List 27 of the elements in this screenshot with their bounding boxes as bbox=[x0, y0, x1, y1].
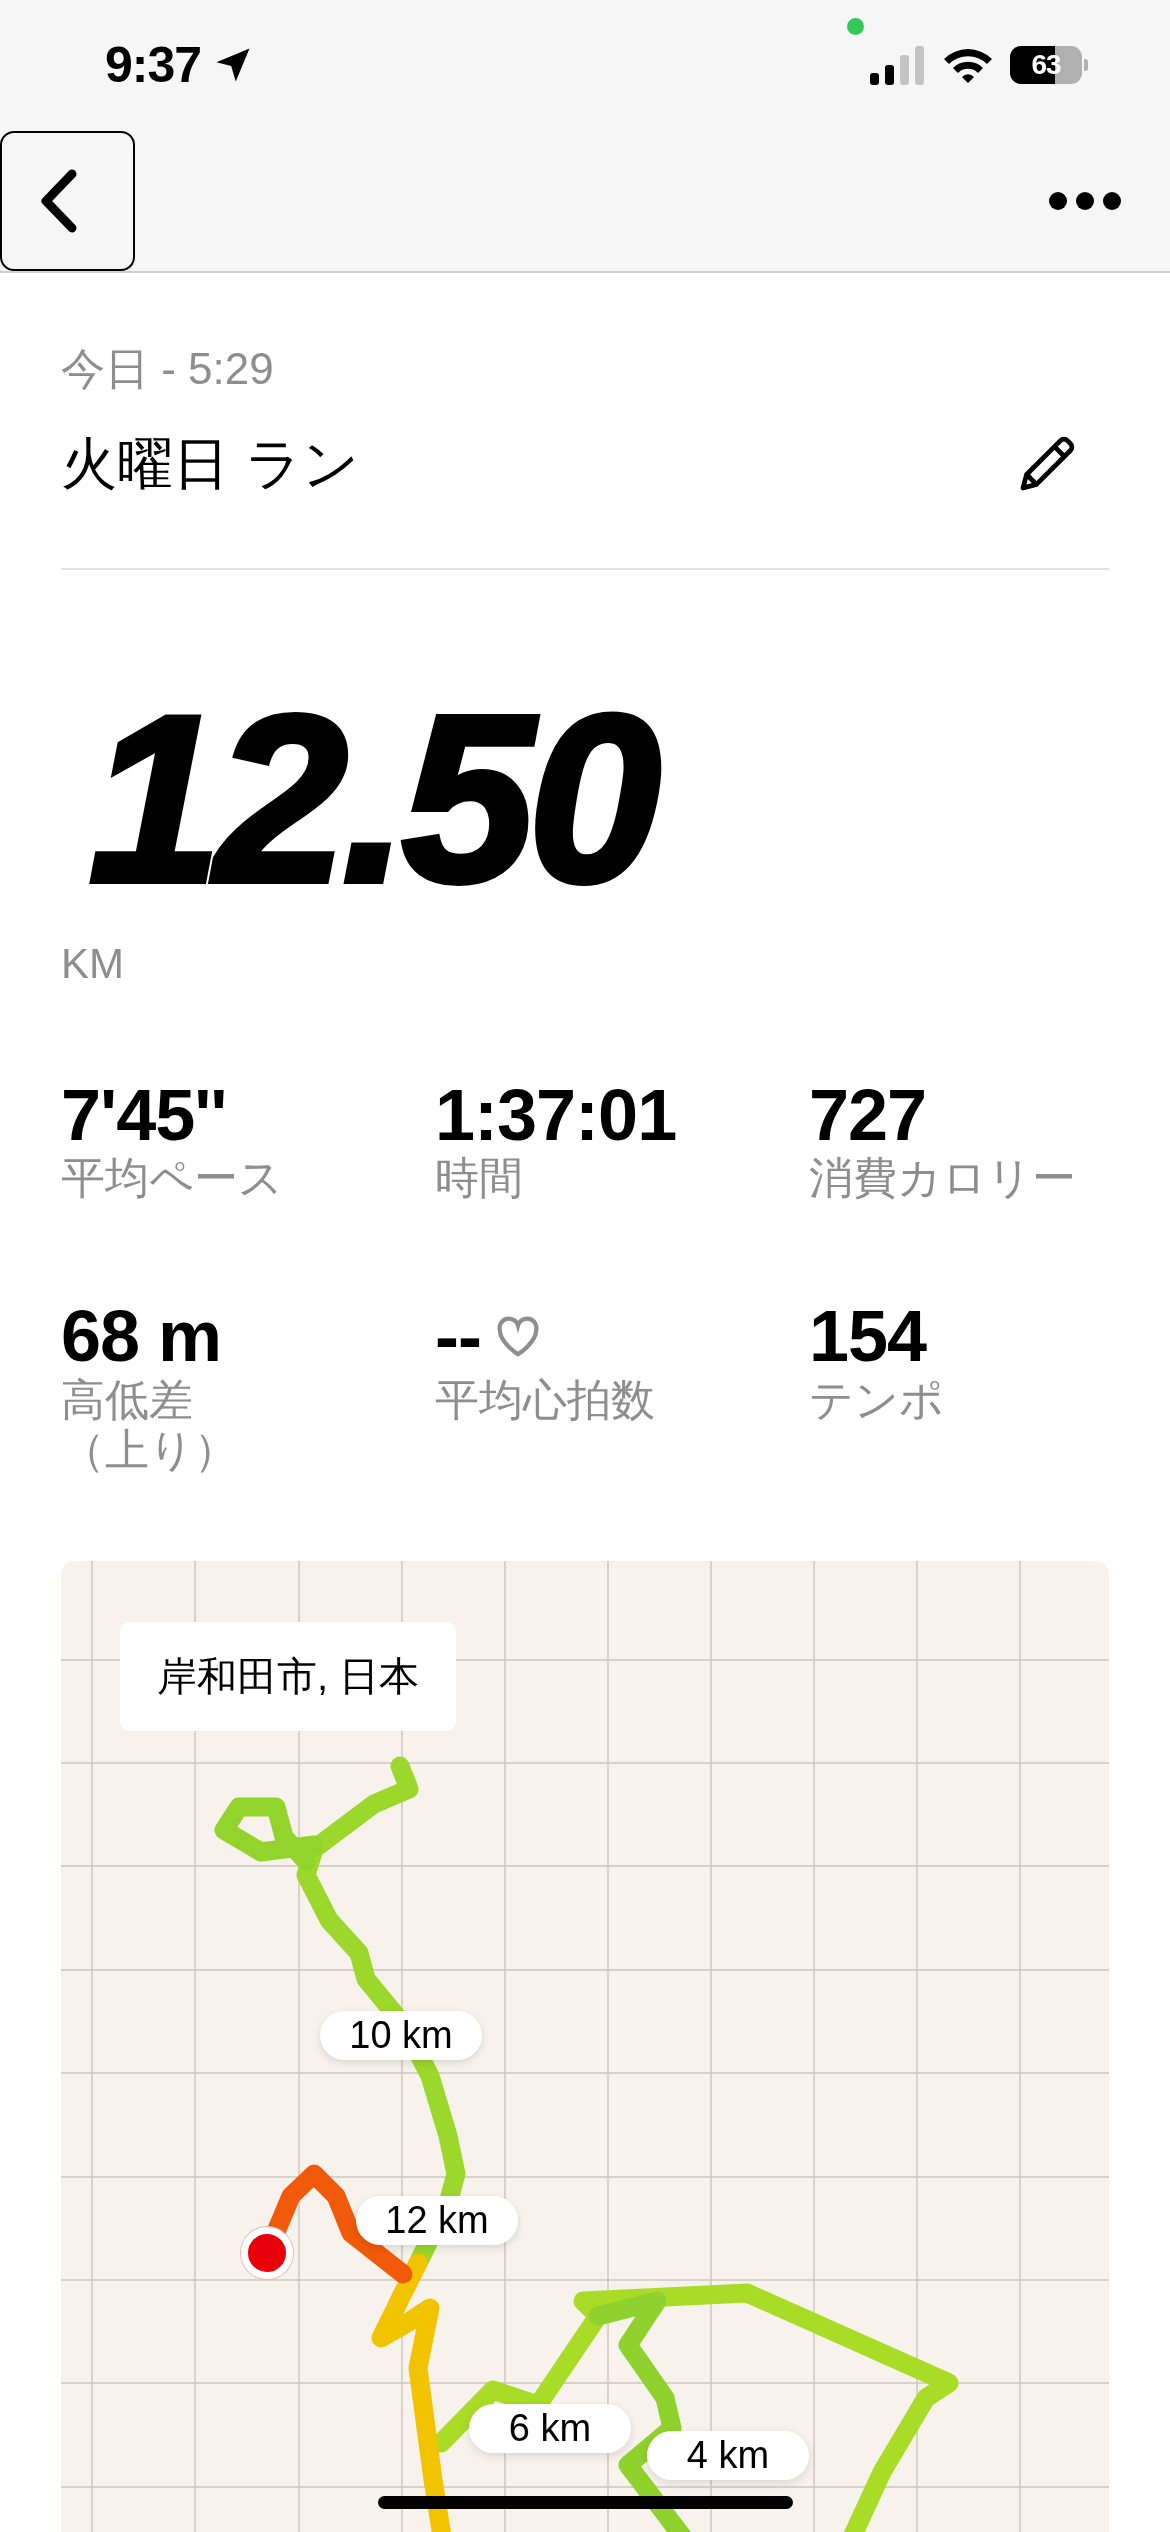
status-time: 9:37 bbox=[105, 36, 202, 94]
stat-label: 高低差（上り） bbox=[61, 1374, 239, 1476]
stat-label: 消費カロリー bbox=[809, 1153, 1077, 1204]
activity-title: 火曜日 ラン bbox=[61, 431, 359, 498]
stat-value: 68 m bbox=[61, 1299, 222, 1375]
stat-value: -- bbox=[435, 1299, 481, 1375]
stat-value: 7'45'' bbox=[61, 1077, 227, 1154]
distance-value: 12.50 bbox=[88, 679, 657, 918]
back-button[interactable] bbox=[0, 130, 135, 271]
camera-indicator-icon bbox=[847, 18, 864, 35]
stat-value: 727 bbox=[809, 1077, 927, 1154]
stat-label: 時間 bbox=[435, 1153, 524, 1204]
heart-icon bbox=[494, 1315, 541, 1358]
stat-value: 154 bbox=[809, 1299, 927, 1375]
distance-marker: 12 km bbox=[356, 2195, 518, 2245]
activity-date: 今日 - 5:29 bbox=[61, 343, 275, 395]
stat-value: 1:37:01 bbox=[435, 1077, 677, 1154]
distance-marker: 6 km bbox=[469, 2403, 631, 2453]
signal-icon bbox=[868, 45, 926, 85]
more-icon[interactable] bbox=[1048, 190, 1122, 211]
stat-label: テンポ bbox=[809, 1374, 945, 1426]
distance-marker: 4 km bbox=[647, 2430, 809, 2480]
stat-label: 平均ペース bbox=[61, 1153, 284, 1204]
distance-unit: KM bbox=[61, 939, 125, 988]
distance-marker: 10 km bbox=[320, 2010, 482, 2060]
stat-label: 平均心拍数 bbox=[435, 1374, 656, 1426]
location-label: 岸和田市, 日本 bbox=[120, 1621, 456, 1731]
